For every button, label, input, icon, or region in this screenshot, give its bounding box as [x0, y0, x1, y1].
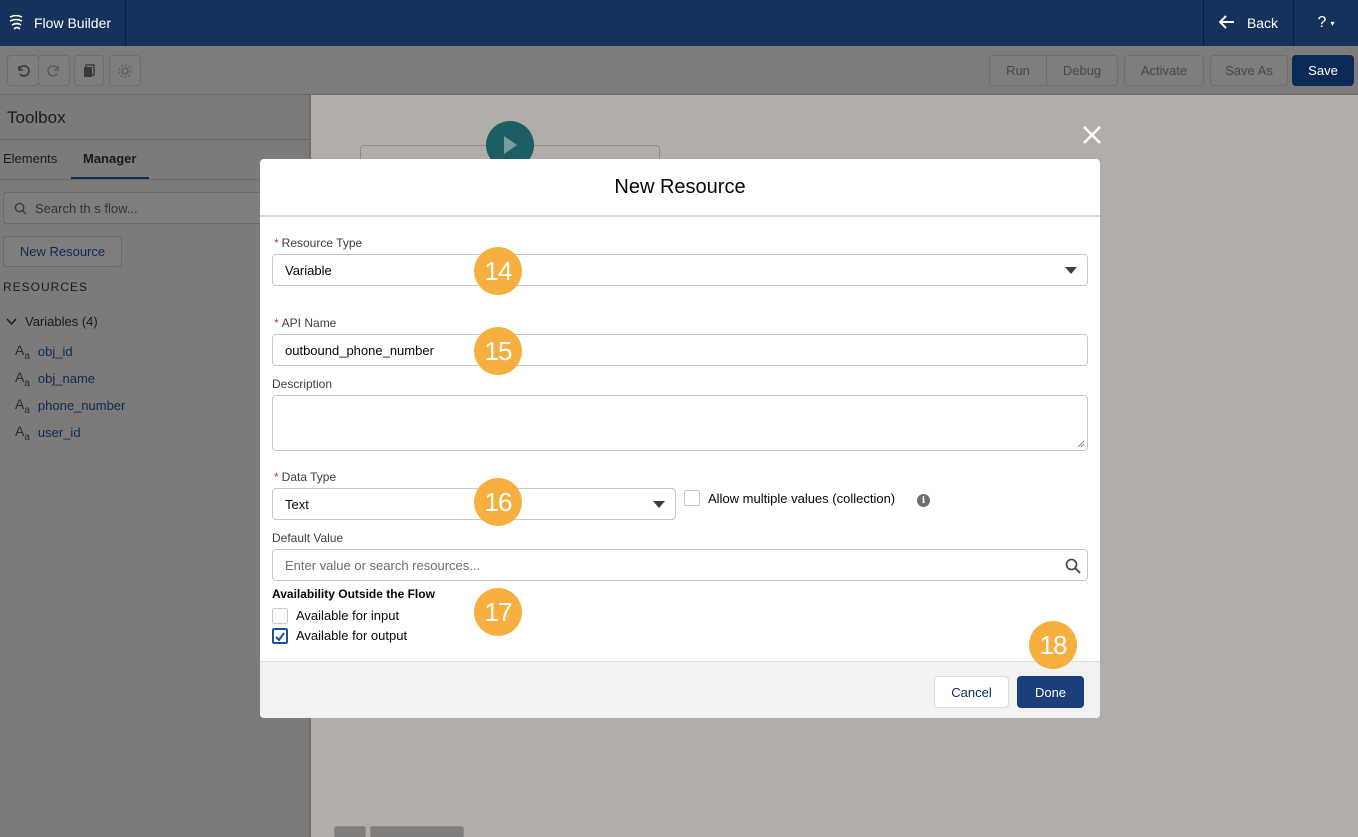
caret-down-icon	[1065, 267, 1077, 274]
default-value-label: Default Value	[272, 531, 344, 545]
done-button[interactable]: Done	[1017, 676, 1084, 708]
gear-icon	[118, 63, 132, 78]
allow-multiple-checkbox[interactable]	[684, 490, 700, 506]
resource-type-value: Variable	[285, 262, 332, 278]
available-for-input-label: Available for input	[296, 608, 400, 623]
back-button[interactable]: Back	[1203, 0, 1294, 46]
step-badge: 18	[1029, 621, 1077, 669]
text-variable-icon: Aa	[15, 369, 30, 389]
step-badge: 17	[474, 588, 522, 636]
allow-multiple-label: Allow multiple values (collection)	[708, 491, 896, 506]
resource-type-select[interactable]: Variable	[272, 254, 1088, 286]
modal-title: New Resource	[260, 159, 1100, 217]
new-resource-button[interactable]: New Resource	[3, 236, 122, 267]
activate-button[interactable]: Activate	[1124, 55, 1204, 86]
description-label: Description	[272, 377, 333, 391]
debug-button[interactable]: Debug	[1046, 55, 1118, 86]
toolbar: Run Debug Activate Save As Save	[0, 46, 1358, 95]
help-label: ?	[1317, 14, 1327, 31]
canvas-zoom-control[interactable]	[334, 826, 366, 837]
app-brand: Flow Builder	[0, 0, 126, 46]
default-value-placeholder: Enter value or search resources...	[285, 557, 481, 573]
resource-item[interactable]: Aa phone_number	[15, 396, 125, 416]
info-icon[interactable]: i	[917, 494, 930, 507]
chevron-down-icon	[6, 318, 17, 325]
save-button[interactable]: Save	[1292, 55, 1354, 86]
undo-icon	[18, 64, 30, 77]
availability-heading: Availability Outside the Flow	[272, 587, 435, 601]
divider	[0, 139, 311, 140]
back-label: Back	[1246, 15, 1279, 31]
available-for-input-checkbox[interactable]	[272, 608, 288, 624]
text-variable-icon: Aa	[15, 396, 30, 416]
copy-button[interactable]	[74, 55, 104, 86]
search-icon	[14, 202, 27, 215]
search-icon	[1065, 558, 1081, 574]
api-name-label: * API Name	[274, 316, 337, 330]
checkmark-icon	[275, 631, 285, 641]
chevron-down-icon: ▾	[1330, 18, 1335, 28]
arrow-left-icon	[1218, 14, 1235, 32]
help-menu-button[interactable]: ? ▾	[1294, 0, 1358, 46]
flow-builder-icon	[8, 14, 24, 33]
cancel-button[interactable]: Cancel	[934, 676, 1009, 708]
copy-icon	[84, 63, 95, 77]
text-variable-icon: Aa	[15, 342, 30, 362]
resource-type-label: * Resource Type	[274, 236, 363, 250]
resource-item[interactable]: Aa obj_id	[15, 342, 73, 362]
resource-item-label: phone_number	[37, 398, 126, 414]
default-value-input[interactable]: Enter value or search resources...	[272, 549, 1088, 581]
variables-header: Variables (4)	[25, 314, 98, 329]
resource-item-label: obj_name	[37, 371, 96, 387]
canvas-zoom-control[interactable]	[370, 826, 464, 837]
tab-elements[interactable]: Elements	[3, 151, 57, 166]
step-badge: 15	[474, 327, 522, 375]
resize-handle-icon[interactable]	[1077, 440, 1085, 448]
step-badge: 16	[474, 478, 522, 526]
tab-manager[interactable]: Manager	[83, 151, 136, 166]
search-placeholder: Search th s flow...	[35, 200, 138, 216]
resource-item-label: user_id	[37, 425, 81, 441]
top-nav: Flow Builder Back ? ▾	[0, 0, 1358, 46]
text-variable-icon: Aa	[15, 423, 30, 443]
resource-item-label: obj_id	[37, 344, 73, 360]
save-as-button[interactable]: Save As	[1210, 55, 1288, 86]
api-name-value: outbound_phone_number	[285, 342, 434, 358]
app-title: Flow Builder	[34, 15, 112, 31]
new-resource-modal: New Resource * Resource Type Variable * AP…	[260, 159, 1100, 718]
close-icon[interactable]	[1078, 121, 1106, 149]
toolbox-title: Toolbox	[7, 108, 66, 127]
description-textarea[interactable]	[272, 395, 1088, 451]
step-badge: 14	[474, 247, 522, 295]
data-type-label: * Data Type	[274, 470, 337, 484]
run-button[interactable]: Run	[989, 55, 1047, 86]
caret-down-icon	[653, 501, 665, 508]
modal-footer: Cancel Done	[260, 661, 1100, 718]
api-name-input[interactable]: outbound_phone_number	[272, 334, 1088, 366]
resource-item[interactable]: Aa user_id	[15, 423, 81, 443]
data-type-value: Text	[285, 496, 309, 512]
settings-button[interactable]	[109, 55, 141, 86]
redo-icon	[47, 64, 59, 77]
variables-section-toggle[interactable]: Variables (4)	[6, 314, 98, 329]
available-for-output-label: Available for output	[296, 628, 408, 643]
available-for-output-checkbox[interactable]	[272, 628, 288, 644]
resource-item[interactable]: Aa obj_name	[15, 369, 95, 389]
undo-button[interactable]	[7, 55, 39, 86]
resources-heading: RESOURCES	[3, 280, 89, 294]
redo-button[interactable]	[38, 55, 70, 86]
